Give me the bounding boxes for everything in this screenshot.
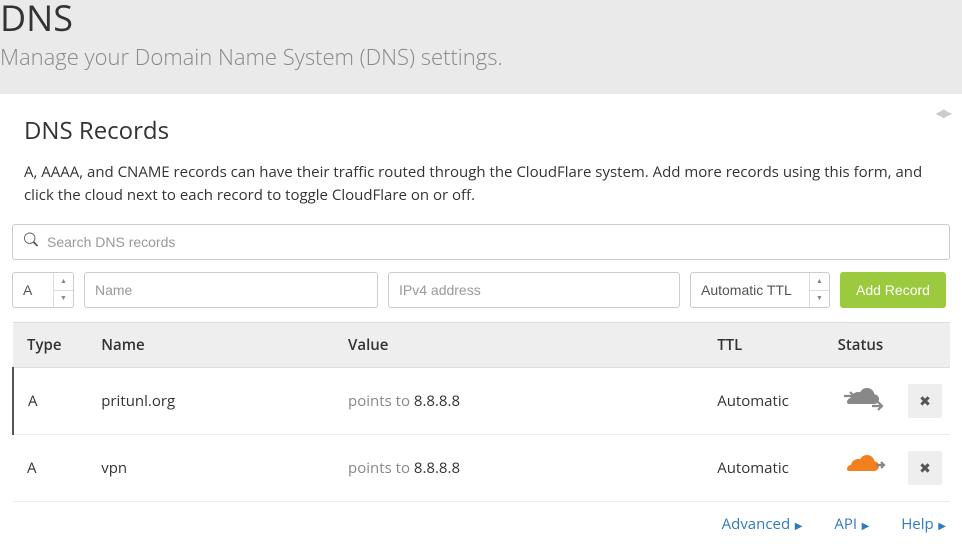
- help-link[interactable]: Help ▶: [901, 514, 946, 534]
- value-target: 8.8.8.8: [414, 391, 460, 411]
- cell-name[interactable]: vpn: [93, 435, 340, 502]
- panel-footer-links: Advanced ▶ API ▶ Help ▶: [12, 502, 950, 538]
- record-ttl-stepper[interactable]: ▲ ▼: [809, 273, 829, 307]
- api-link[interactable]: API ▶: [834, 514, 869, 534]
- delete-record-button[interactable]: ✖: [908, 451, 942, 485]
- page-subtitle: Manage your Domain Name System (DNS) set…: [0, 42, 962, 72]
- cell-type: A: [13, 368, 93, 435]
- panel-description: A, AAAA, and CNAME records can have thei…: [24, 161, 938, 206]
- add-record-button[interactable]: Add Record: [840, 272, 946, 308]
- table-row: A pritunl.org points to 8.8.8.8 Automati…: [13, 368, 950, 435]
- th-name: Name: [93, 323, 340, 368]
- cell-value[interactable]: points to 8.8.8.8: [340, 435, 709, 502]
- cell-value[interactable]: points to 8.8.8.8: [340, 368, 709, 435]
- search-icon: [24, 233, 38, 252]
- record-type-stepper[interactable]: ▲ ▼: [53, 273, 73, 307]
- chevron-up-icon[interactable]: ▲: [810, 273, 829, 291]
- caret-right-icon: ▶: [792, 518, 802, 532]
- cell-name[interactable]: pritunl.org: [93, 368, 340, 435]
- cell-type: A: [13, 435, 93, 502]
- panel-title: DNS Records: [24, 114, 938, 147]
- th-ttl: TTL: [709, 323, 829, 368]
- search-input[interactable]: [12, 224, 950, 260]
- advanced-link[interactable]: Advanced ▶: [722, 514, 803, 534]
- dns-records-card: ◀▶ DNS Records A, AAAA, and CNAME record…: [0, 94, 962, 548]
- value-prefix: points to: [348, 458, 414, 478]
- page-title: DNS: [0, 0, 962, 36]
- chevron-up-icon[interactable]: ▲: [54, 273, 73, 291]
- delete-record-button[interactable]: ✖: [908, 384, 942, 418]
- close-icon: ✖: [919, 393, 931, 410]
- chevron-down-icon[interactable]: ▼: [54, 291, 73, 308]
- th-status: Status: [830, 323, 950, 368]
- table-row: A vpn points to 8.8.8.8 Automatic ✖: [13, 435, 950, 502]
- cell-ttl[interactable]: Automatic: [709, 435, 829, 502]
- table-header-row: Type Name Value TTL Status: [13, 323, 950, 368]
- drag-handle-icon[interactable]: ◀▶: [936, 104, 950, 121]
- th-value: Value: [340, 323, 709, 368]
- record-name-input[interactable]: [84, 272, 378, 308]
- cloud-toggle-on-icon[interactable]: [838, 451, 886, 484]
- value-target: 8.8.8.8: [414, 458, 460, 478]
- caret-right-icon: ▶: [859, 518, 869, 532]
- value-prefix: points to: [348, 391, 414, 411]
- cell-ttl[interactable]: Automatic: [709, 368, 829, 435]
- caret-right-icon: ▶: [936, 518, 946, 532]
- close-icon: ✖: [919, 460, 931, 477]
- chevron-down-icon[interactable]: ▼: [810, 291, 829, 308]
- th-type: Type: [13, 323, 93, 368]
- record-value-input[interactable]: [388, 272, 680, 308]
- cloud-toggle-off-icon[interactable]: [838, 384, 886, 417]
